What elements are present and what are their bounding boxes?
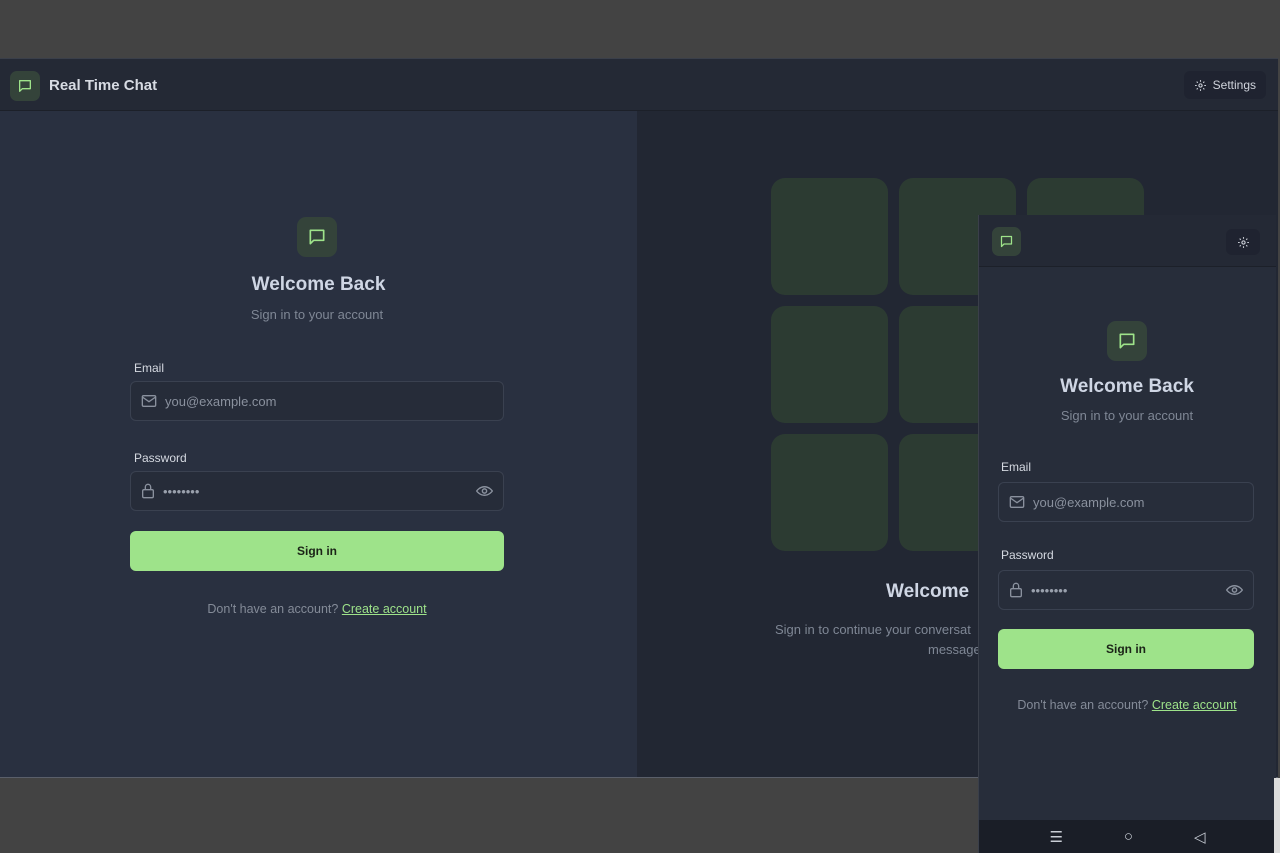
login-subheading: Sign in to your account (250, 307, 384, 322)
gear-icon (1194, 79, 1206, 91)
hero-title: Welcome (886, 581, 970, 602)
chat-bubble-icon (1107, 321, 1147, 361)
mail-icon (141, 395, 157, 407)
mobile-email-input[interactable] (1033, 494, 1253, 510)
mobile-signup-prompt: Don't have an account? Create account (979, 698, 1275, 712)
mobile-sign-in-button[interactable]: Sign in (998, 629, 1254, 669)
app-title: Real Time Chat (49, 77, 158, 94)
mobile-password-field[interactable] (998, 570, 1254, 610)
eye-icon (1226, 585, 1243, 595)
login-heading: Welcome Back (251, 274, 386, 295)
mobile-password-input[interactable] (1031, 582, 1253, 598)
signup-text: Don't have an account? (1017, 698, 1149, 712)
mobile-window: Welcome Back Sign in to your account Ema… (978, 215, 1276, 853)
lock-icon (142, 483, 154, 499)
hero-subtitle-line1: Sign in to continue your conversat (775, 622, 971, 637)
back-icon[interactable]: ◁ (1194, 828, 1206, 846)
mobile-create-account-link[interactable]: Create account (1152, 698, 1237, 712)
mobile-password-label: Password (1001, 548, 1054, 562)
decor-tile (771, 306, 888, 423)
lock-icon (1010, 582, 1022, 598)
mobile-login-subheading: Sign in to your account (1060, 408, 1194, 423)
mail-icon (1009, 496, 1025, 508)
gear-icon (1237, 236, 1249, 248)
signup-prompt: Don't have an account? Create account (0, 602, 634, 616)
login-pane: Welcome Back Sign in to your account Ema… (0, 111, 637, 777)
sign-in-button[interactable]: Sign in (130, 531, 504, 571)
chat-bubble-icon (10, 71, 40, 101)
settings-label: Settings (1212, 78, 1256, 92)
chat-bubble-icon (992, 227, 1021, 256)
screen-edge (1274, 778, 1280, 853)
password-input[interactable] (163, 483, 503, 499)
mobile-email-label: Email (1001, 460, 1032, 474)
mobile-settings-button[interactable] (1226, 229, 1260, 255)
android-nav-bar: ☰ ○ ◁ (979, 820, 1276, 853)
email-input[interactable] (165, 393, 503, 409)
eye-icon (476, 486, 493, 496)
settings-button[interactable]: Settings (1183, 71, 1266, 99)
mobile-email-field[interactable] (998, 482, 1254, 522)
home-icon[interactable]: ○ (1124, 828, 1133, 845)
password-label: Password (134, 451, 187, 465)
hero-subtitle-line2: message (928, 642, 981, 657)
mobile-login-heading: Welcome Back (1060, 376, 1194, 397)
create-account-link[interactable]: Create account (342, 602, 427, 616)
mobile-top-bar (979, 215, 1276, 267)
password-field[interactable] (130, 471, 504, 511)
menu-icon[interactable]: ☰ (1049, 828, 1062, 846)
signup-text: Don't have an account? (207, 602, 339, 616)
email-field[interactable] (130, 381, 504, 421)
decor-tile (771, 178, 888, 295)
chat-bubble-icon (297, 217, 337, 257)
decor-tile (771, 434, 888, 551)
top-bar: Real Time Chat Settings (0, 59, 1278, 111)
email-label: Email (134, 361, 165, 375)
